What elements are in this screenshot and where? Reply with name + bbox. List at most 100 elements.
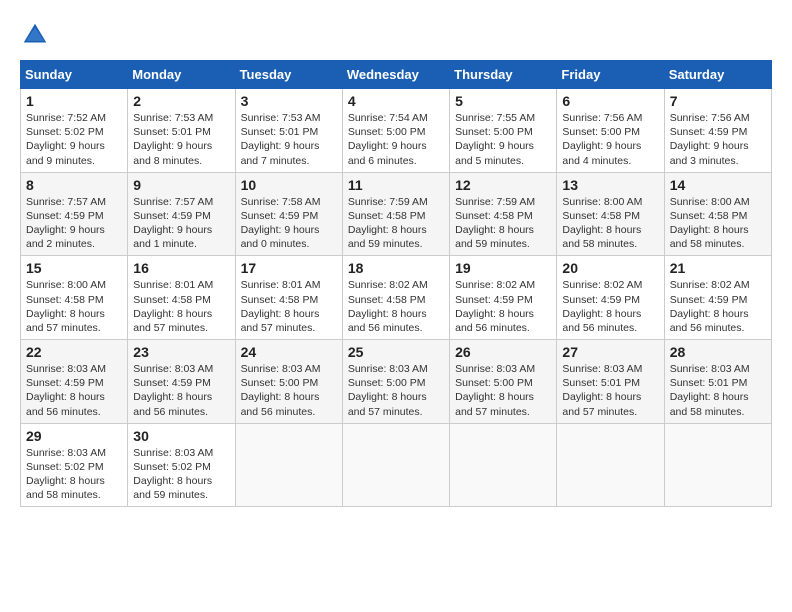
- calendar-cell: [342, 423, 449, 507]
- day-info: Sunrise: 8:03 AMSunset: 5:00 PMDaylight:…: [241, 363, 321, 418]
- calendar-cell: 29 Sunrise: 8:03 AMSunset: 5:02 PMDaylig…: [21, 423, 128, 507]
- day-info: Sunrise: 8:03 AMSunset: 5:00 PMDaylight:…: [348, 363, 428, 418]
- calendar-cell: 19 Sunrise: 8:02 AMSunset: 4:59 PMDaylig…: [450, 256, 557, 340]
- day-info: Sunrise: 7:59 AMSunset: 4:58 PMDaylight:…: [455, 196, 535, 251]
- day-number: 21: [670, 260, 766, 276]
- day-number: 27: [562, 344, 658, 360]
- calendar-cell: 7 Sunrise: 7:56 AMSunset: 4:59 PMDayligh…: [664, 89, 771, 173]
- calendar-cell: 12 Sunrise: 7:59 AMSunset: 4:58 PMDaylig…: [450, 172, 557, 256]
- calendar-cell: 25 Sunrise: 8:03 AMSunset: 5:00 PMDaylig…: [342, 340, 449, 424]
- calendar-cell: [235, 423, 342, 507]
- day-info: Sunrise: 8:03 AMSunset: 4:59 PMDaylight:…: [133, 363, 213, 418]
- day-number: 15: [26, 260, 122, 276]
- day-number: 11: [348, 177, 444, 193]
- day-info: Sunrise: 8:01 AMSunset: 4:58 PMDaylight:…: [241, 279, 321, 334]
- logo-icon: [20, 20, 50, 50]
- day-info: Sunrise: 7:54 AMSunset: 5:00 PMDaylight:…: [348, 112, 428, 167]
- day-info: Sunrise: 8:03 AMSunset: 5:02 PMDaylight:…: [26, 447, 106, 502]
- day-number: 17: [241, 260, 337, 276]
- day-info: Sunrise: 8:03 AMSunset: 5:02 PMDaylight:…: [133, 447, 213, 502]
- day-number: 25: [348, 344, 444, 360]
- calendar-week-row: 1 Sunrise: 7:52 AMSunset: 5:02 PMDayligh…: [21, 89, 772, 173]
- calendar-week-row: 15 Sunrise: 8:00 AMSunset: 4:58 PMDaylig…: [21, 256, 772, 340]
- day-info: Sunrise: 7:53 AMSunset: 5:01 PMDaylight:…: [241, 112, 321, 167]
- day-info: Sunrise: 7:59 AMSunset: 4:58 PMDaylight:…: [348, 196, 428, 251]
- calendar-week-row: 22 Sunrise: 8:03 AMSunset: 4:59 PMDaylig…: [21, 340, 772, 424]
- logo: [20, 20, 56, 50]
- calendar-week-row: 8 Sunrise: 7:57 AMSunset: 4:59 PMDayligh…: [21, 172, 772, 256]
- day-info: Sunrise: 8:03 AMSunset: 5:01 PMDaylight:…: [670, 363, 750, 418]
- calendar-cell: 27 Sunrise: 8:03 AMSunset: 5:01 PMDaylig…: [557, 340, 664, 424]
- day-info: Sunrise: 7:57 AMSunset: 4:59 PMDaylight:…: [26, 196, 106, 251]
- calendar-cell: 16 Sunrise: 8:01 AMSunset: 4:58 PMDaylig…: [128, 256, 235, 340]
- calendar-cell: 1 Sunrise: 7:52 AMSunset: 5:02 PMDayligh…: [21, 89, 128, 173]
- day-number: 23: [133, 344, 229, 360]
- calendar-cell: 17 Sunrise: 8:01 AMSunset: 4:58 PMDaylig…: [235, 256, 342, 340]
- day-number: 30: [133, 428, 229, 444]
- day-number: 7: [670, 93, 766, 109]
- calendar-cell: 8 Sunrise: 7:57 AMSunset: 4:59 PMDayligh…: [21, 172, 128, 256]
- day-info: Sunrise: 8:02 AMSunset: 4:58 PMDaylight:…: [348, 279, 428, 334]
- calendar-table: SundayMondayTuesdayWednesdayThursdayFrid…: [20, 60, 772, 507]
- header: [20, 20, 772, 50]
- day-info: Sunrise: 7:53 AMSunset: 5:01 PMDaylight:…: [133, 112, 213, 167]
- calendar-cell: 14 Sunrise: 8:00 AMSunset: 4:58 PMDaylig…: [664, 172, 771, 256]
- calendar-cell: 10 Sunrise: 7:58 AMSunset: 4:59 PMDaylig…: [235, 172, 342, 256]
- calendar-cell: 13 Sunrise: 8:00 AMSunset: 4:58 PMDaylig…: [557, 172, 664, 256]
- day-number: 26: [455, 344, 551, 360]
- calendar-cell: 5 Sunrise: 7:55 AMSunset: 5:00 PMDayligh…: [450, 89, 557, 173]
- calendar-cell: 26 Sunrise: 8:03 AMSunset: 5:00 PMDaylig…: [450, 340, 557, 424]
- day-info: Sunrise: 8:03 AMSunset: 5:00 PMDaylight:…: [455, 363, 535, 418]
- day-number: 24: [241, 344, 337, 360]
- calendar-cell: 11 Sunrise: 7:59 AMSunset: 4:58 PMDaylig…: [342, 172, 449, 256]
- day-info: Sunrise: 7:58 AMSunset: 4:59 PMDaylight:…: [241, 196, 321, 251]
- day-info: Sunrise: 8:02 AMSunset: 4:59 PMDaylight:…: [670, 279, 750, 334]
- col-header-wednesday: Wednesday: [342, 61, 449, 89]
- day-info: Sunrise: 8:00 AMSunset: 4:58 PMDaylight:…: [562, 196, 642, 251]
- calendar-cell: [557, 423, 664, 507]
- calendar-cell: 30 Sunrise: 8:03 AMSunset: 5:02 PMDaylig…: [128, 423, 235, 507]
- calendar-cell: 6 Sunrise: 7:56 AMSunset: 5:00 PMDayligh…: [557, 89, 664, 173]
- calendar-cell: 9 Sunrise: 7:57 AMSunset: 4:59 PMDayligh…: [128, 172, 235, 256]
- calendar-cell: 2 Sunrise: 7:53 AMSunset: 5:01 PMDayligh…: [128, 89, 235, 173]
- day-number: 8: [26, 177, 122, 193]
- day-number: 28: [670, 344, 766, 360]
- day-number: 29: [26, 428, 122, 444]
- calendar-cell: 24 Sunrise: 8:03 AMSunset: 5:00 PMDaylig…: [235, 340, 342, 424]
- day-info: Sunrise: 8:02 AMSunset: 4:59 PMDaylight:…: [455, 279, 535, 334]
- col-header-thursday: Thursday: [450, 61, 557, 89]
- calendar-cell: 15 Sunrise: 8:00 AMSunset: 4:58 PMDaylig…: [21, 256, 128, 340]
- day-number: 18: [348, 260, 444, 276]
- col-header-friday: Friday: [557, 61, 664, 89]
- day-info: Sunrise: 7:57 AMSunset: 4:59 PMDaylight:…: [133, 196, 213, 251]
- day-number: 3: [241, 93, 337, 109]
- day-number: 4: [348, 93, 444, 109]
- calendar-week-row: 29 Sunrise: 8:03 AMSunset: 5:02 PMDaylig…: [21, 423, 772, 507]
- day-info: Sunrise: 8:02 AMSunset: 4:59 PMDaylight:…: [562, 279, 642, 334]
- day-number: 9: [133, 177, 229, 193]
- calendar-cell: 21 Sunrise: 8:02 AMSunset: 4:59 PMDaylig…: [664, 256, 771, 340]
- day-number: 16: [133, 260, 229, 276]
- col-header-sunday: Sunday: [21, 61, 128, 89]
- day-info: Sunrise: 8:00 AMSunset: 4:58 PMDaylight:…: [26, 279, 106, 334]
- day-number: 6: [562, 93, 658, 109]
- calendar-cell: 4 Sunrise: 7:54 AMSunset: 5:00 PMDayligh…: [342, 89, 449, 173]
- day-info: Sunrise: 7:56 AMSunset: 5:00 PMDaylight:…: [562, 112, 642, 167]
- col-header-tuesday: Tuesday: [235, 61, 342, 89]
- calendar-cell: [664, 423, 771, 507]
- day-number: 19: [455, 260, 551, 276]
- day-info: Sunrise: 8:03 AMSunset: 4:59 PMDaylight:…: [26, 363, 106, 418]
- day-info: Sunrise: 8:00 AMSunset: 4:58 PMDaylight:…: [670, 196, 750, 251]
- col-header-monday: Monday: [128, 61, 235, 89]
- day-info: Sunrise: 8:01 AMSunset: 4:58 PMDaylight:…: [133, 279, 213, 334]
- day-info: Sunrise: 7:55 AMSunset: 5:00 PMDaylight:…: [455, 112, 535, 167]
- day-number: 2: [133, 93, 229, 109]
- day-info: Sunrise: 8:03 AMSunset: 5:01 PMDaylight:…: [562, 363, 642, 418]
- day-number: 5: [455, 93, 551, 109]
- day-number: 1: [26, 93, 122, 109]
- calendar-cell: 18 Sunrise: 8:02 AMSunset: 4:58 PMDaylig…: [342, 256, 449, 340]
- calendar-cell: 20 Sunrise: 8:02 AMSunset: 4:59 PMDaylig…: [557, 256, 664, 340]
- calendar-cell: 23 Sunrise: 8:03 AMSunset: 4:59 PMDaylig…: [128, 340, 235, 424]
- day-number: 22: [26, 344, 122, 360]
- calendar-cell: 3 Sunrise: 7:53 AMSunset: 5:01 PMDayligh…: [235, 89, 342, 173]
